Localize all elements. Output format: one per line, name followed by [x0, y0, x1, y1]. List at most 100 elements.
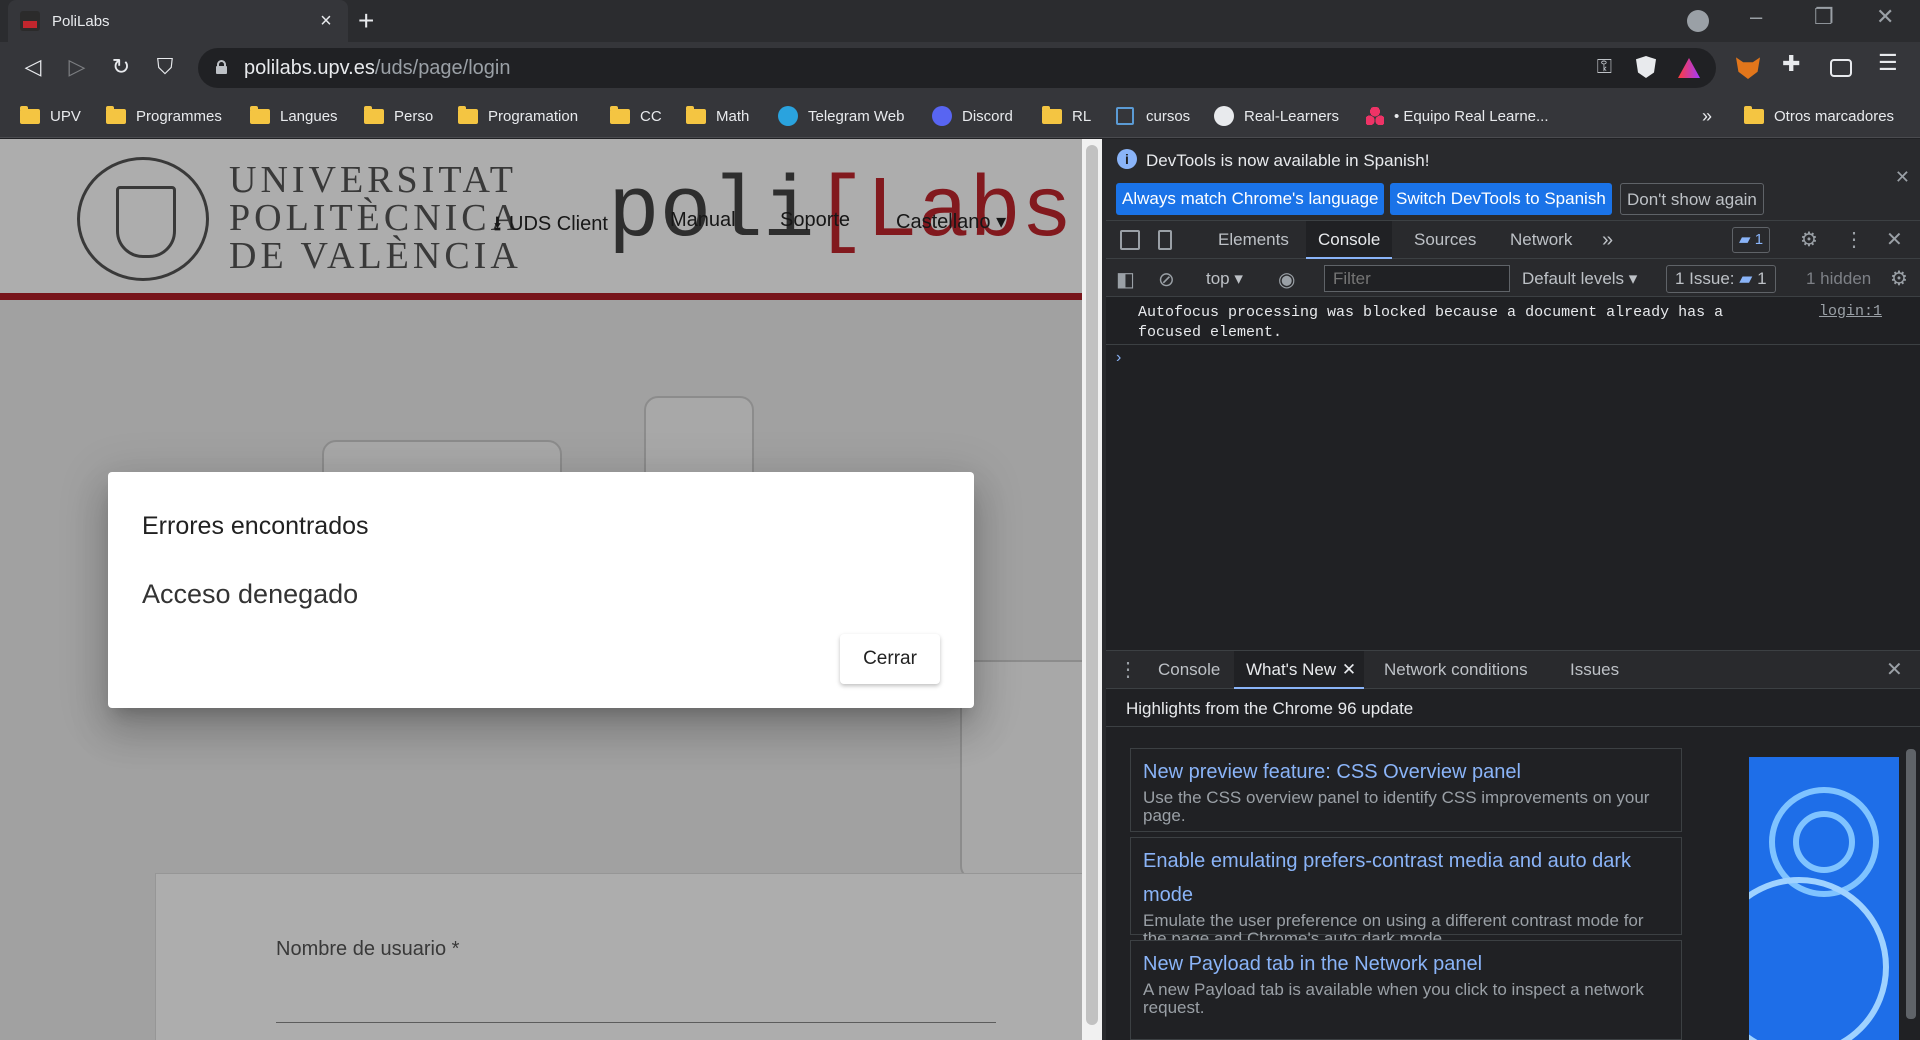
console-source-link[interactable]: login:1	[1819, 303, 1882, 320]
close-infobar-icon[interactable]: ✕	[1895, 167, 1910, 188]
tab-sources[interactable]: Sources	[1402, 221, 1488, 259]
illustration-ring	[1749, 877, 1889, 1040]
profile-dropdown-icon[interactable]	[1687, 10, 1709, 32]
whats-new-title: Highlights from the Chrome 96 update	[1126, 699, 1414, 718]
tab-title: PoliLabs	[52, 12, 110, 30]
context-selector[interactable]: top ▾	[1206, 269, 1243, 289]
settings-gear-icon[interactable]: ⚙	[1800, 227, 1818, 252]
url-text[interactable]: polilabs.upv.es/uds/page/login	[244, 57, 511, 80]
bookmark-perso[interactable]: Perso	[364, 104, 433, 128]
bookmark-button[interactable]: ⛉	[150, 52, 180, 82]
bookmark-langues[interactable]: Langues	[250, 104, 338, 128]
card-title[interactable]: New preview feature: CSS Overview panel	[1143, 755, 1669, 789]
issues-button[interactable]: 1 Issue: ▰ 1	[1666, 265, 1776, 293]
bookmark-upv[interactable]: UPV	[20, 104, 81, 128]
page-scrollbar[interactable]	[1082, 139, 1102, 1040]
console-settings-icon[interactable]: ⚙	[1890, 266, 1908, 291]
lock-icon[interactable]	[216, 60, 227, 74]
drawer-tab-console[interactable]: Console	[1146, 651, 1232, 689]
more-tabs-button[interactable]: »	[1590, 221, 1625, 259]
back-button[interactable]: ◁	[18, 52, 48, 82]
bookmark-cc[interactable]: CC	[610, 104, 662, 128]
eye-icon[interactable]: ◉	[1278, 267, 1295, 292]
close-window-button[interactable]: ✕	[1876, 4, 1894, 30]
card-description: A new Payload tab is available when you …	[1143, 980, 1644, 1017]
bookmark-equipo-real-learners[interactable]: • Equipo Real Learne...	[1366, 104, 1549, 128]
page-scrollbar-thumb[interactable]	[1086, 145, 1098, 1025]
illustration-ring	[1793, 811, 1855, 873]
brave-shield-icon[interactable]	[1636, 56, 1656, 78]
card-title[interactable]: Enable emulating prefers-contrast media …	[1143, 844, 1669, 912]
whats-new-scrollbar-thumb[interactable]	[1906, 749, 1916, 1019]
kebab-menu-icon[interactable]: ⋮	[1844, 227, 1864, 252]
console-filter-input[interactable]	[1324, 265, 1510, 292]
switch-spanish-button[interactable]: Switch DevTools to Spanish	[1390, 183, 1612, 215]
devtools-panel: i DevTools is now available in Spanish! …	[1106, 139, 1920, 1040]
folder-icon	[20, 105, 40, 124]
tab-console[interactable]: Console	[1306, 221, 1393, 259]
tab-elements[interactable]: Elements	[1206, 221, 1301, 259]
console-message-text: Autofocus processing was blocked because…	[1138, 304, 1724, 341]
metamask-extension-icon[interactable]	[1736, 57, 1760, 79]
bookmark-cursos[interactable]: cursos	[1116, 104, 1190, 128]
drawer-tab-issues[interactable]: Issues	[1558, 651, 1631, 689]
whats-new-header: Highlights from the Chrome 96 update	[1106, 689, 1920, 727]
brave-rewards-icon[interactable]	[1678, 58, 1700, 78]
browser-toolbar: ◁ ▷ ↻ ⛉ polilabs.upv.es/uds/page/login ⚿…	[0, 42, 1920, 94]
messages-badge[interactable]: ▰ 1	[1732, 227, 1771, 253]
wallet-icon[interactable]	[1830, 59, 1852, 77]
folder-icon	[364, 105, 384, 124]
minimize-button[interactable]: –	[1750, 4, 1762, 30]
drawer-menu-icon[interactable]: ⋮	[1118, 657, 1138, 682]
bookmark-rl[interactable]: RL	[1042, 104, 1091, 128]
sidebar-toggle-icon[interactable]: ◧	[1116, 267, 1135, 292]
dont-show-again-button[interactable]: Don't show again	[1620, 183, 1764, 215]
team-icon	[1366, 107, 1384, 125]
bookmark-math[interactable]: Math	[686, 104, 749, 128]
tab-network[interactable]: Network	[1498, 221, 1584, 259]
extensions-puzzle-icon[interactable]: ✚	[1782, 51, 1806, 76]
folder-icon	[458, 105, 478, 124]
bookmark-telegram-web[interactable]: Telegram Web	[778, 104, 904, 128]
reload-button[interactable]: ↻	[106, 52, 136, 82]
whats-new-card[interactable]: Enable emulating prefers-contrast media …	[1130, 837, 1682, 948]
inspect-element-icon[interactable]	[1120, 230, 1140, 250]
whats-new-card[interactable]: New preview feature: CSS Overview panel …	[1130, 748, 1682, 832]
log-levels-dropdown[interactable]: Default levels ▾	[1522, 269, 1637, 289]
close-dialog-button[interactable]: Cerrar	[840, 634, 940, 684]
bookmark-programation[interactable]: Programation	[458, 104, 578, 128]
bookmark-programmes[interactable]: Programmes	[106, 104, 222, 128]
dropdown-arrow-icon: ▾	[1234, 269, 1243, 288]
other-bookmarks[interactable]: Otros marcadores	[1744, 104, 1894, 128]
new-tab-button[interactable]: +	[358, 6, 374, 36]
close-drawer-icon[interactable]: ✕	[1886, 657, 1903, 682]
close-devtools-icon[interactable]: ✕	[1886, 227, 1903, 252]
console-prompt[interactable]: ›	[1116, 349, 1121, 367]
drawer-tab-whats-new[interactable]: What's New ✕	[1234, 651, 1365, 689]
page-viewport: UNIVERSITAT POLITÈCNICA DE VALÈNCIA poli…	[0, 139, 1082, 1040]
dropdown-arrow-icon: ▾	[1628, 269, 1638, 288]
drawer-tab-network-conditions[interactable]: Network conditions	[1372, 651, 1540, 689]
folder-icon	[686, 105, 706, 124]
bookmark-discord[interactable]: Discord	[932, 104, 1013, 128]
card-title[interactable]: New Payload tab in the Network panel	[1143, 947, 1669, 981]
console-message: Autofocus processing was blocked because…	[1106, 297, 1920, 345]
device-toolbar-icon[interactable]	[1158, 230, 1172, 250]
bookmark-real-learners[interactable]: Real-Learners	[1214, 104, 1339, 128]
restore-button[interactable]: ❐	[1814, 4, 1834, 30]
menu-icon[interactable]: ☰	[1878, 50, 1902, 75]
password-key-icon[interactable]: ⚿	[1597, 56, 1612, 79]
whats-new-scrollbar[interactable]	[1902, 729, 1920, 1040]
whats-new-card[interactable]: New Payload tab in the Network panel A n…	[1130, 940, 1682, 1040]
bookmarks-overflow-button[interactable]: »	[1702, 104, 1712, 128]
browser-tab[interactable]: PoliLabs ×	[8, 0, 348, 42]
card-description: Use the CSS overview panel to identify C…	[1143, 788, 1650, 825]
dialog-message: Acceso denegado	[142, 579, 359, 609]
forward-button[interactable]: ▷	[62, 52, 92, 82]
match-language-button[interactable]: Always match Chrome's language	[1116, 183, 1385, 215]
address-bar[interactable]: polilabs.upv.es/uds/page/login ⚿	[198, 48, 1716, 88]
clear-console-icon[interactable]: ⊘	[1158, 267, 1175, 292]
folder-icon	[610, 105, 630, 124]
tab-close-icon[interactable]: ×	[316, 10, 336, 33]
close-tab-icon[interactable]: ✕	[1342, 651, 1356, 689]
